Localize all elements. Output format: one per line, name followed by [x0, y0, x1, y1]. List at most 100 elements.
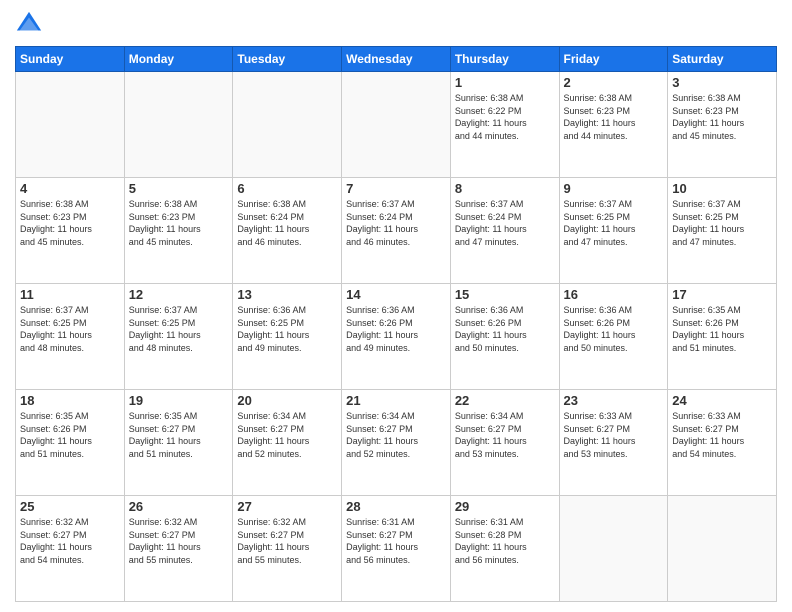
day-number: 29	[455, 499, 555, 514]
day-number: 9	[564, 181, 664, 196]
day-number: 23	[564, 393, 664, 408]
weekday-header-monday: Monday	[124, 47, 233, 72]
day-info: Sunrise: 6:38 AM Sunset: 6:23 PM Dayligh…	[672, 92, 772, 142]
header	[15, 10, 777, 38]
day-number: 12	[129, 287, 229, 302]
day-info: Sunrise: 6:31 AM Sunset: 6:28 PM Dayligh…	[455, 516, 555, 566]
day-number: 8	[455, 181, 555, 196]
calendar-cell: 17 Sunrise: 6:35 AM Sunset: 6:26 PM Dayli…	[668, 284, 777, 390]
day-info: Sunrise: 6:37 AM Sunset: 6:25 PM Dayligh…	[129, 304, 229, 354]
calendar-cell: 6Sunrise: 6:38 AM Sunset: 6:24 PM Daylig…	[233, 178, 342, 284]
day-info: Sunrise: 6:35 AM Sunset: 6:26 PM Dayligh…	[20, 410, 120, 460]
day-number: 26	[129, 499, 229, 514]
calendar-cell	[668, 496, 777, 602]
page: SundayMondayTuesdayWednesdayThursdayFrid…	[0, 0, 792, 612]
day-number: 25	[20, 499, 120, 514]
calendar-cell	[342, 72, 451, 178]
day-number: 13	[237, 287, 337, 302]
day-number: 27	[237, 499, 337, 514]
calendar-cell: 22 Sunrise: 6:34 AM Sunset: 6:27 PM Dayli…	[450, 390, 559, 496]
day-info: Sunrise: 6:38 AM Sunset: 6:23 PM Dayligh…	[129, 198, 229, 248]
day-number: 22	[455, 393, 555, 408]
calendar-cell	[233, 72, 342, 178]
day-number: 14	[346, 287, 446, 302]
day-number: 10	[672, 181, 772, 196]
day-number: 28	[346, 499, 446, 514]
day-info: Sunrise: 6:36 AM Sunset: 6:26 PM Dayligh…	[346, 304, 446, 354]
day-info: Sunrise: 6:37 AM Sunset: 6:25 PM Dayligh…	[672, 198, 772, 248]
calendar-cell: 20 Sunrise: 6:34 AM Sunset: 6:27 PM Dayli…	[233, 390, 342, 496]
calendar-cell: 19 Sunrise: 6:35 AM Sunset: 6:27 PM Dayli…	[124, 390, 233, 496]
calendar-cell	[16, 72, 125, 178]
day-info: Sunrise: 6:35 AM Sunset: 6:27 PM Dayligh…	[129, 410, 229, 460]
day-info: Sunrise: 6:37 AM Sunset: 6:24 PM Dayligh…	[455, 198, 555, 248]
calendar-cell: 2 Sunrise: 6:38 AM Sunset: 6:23 PM Daylig…	[559, 72, 668, 178]
weekday-header-row: SundayMondayTuesdayWednesdayThursdayFrid…	[16, 47, 777, 72]
day-info: Sunrise: 6:32 AM Sunset: 6:27 PM Dayligh…	[20, 516, 120, 566]
day-info: Sunrise: 6:36 AM Sunset: 6:25 PM Dayligh…	[237, 304, 337, 354]
day-number: 2	[564, 75, 664, 90]
calendar-cell: 27 Sunrise: 6:32 AM Sunset: 6:27 PM Dayli…	[233, 496, 342, 602]
day-number: 18	[20, 393, 120, 408]
week-row-4: 25 Sunrise: 6:32 AM Sunset: 6:27 PM Dayli…	[16, 496, 777, 602]
day-number: 7	[346, 181, 446, 196]
weekday-header-thursday: Thursday	[450, 47, 559, 72]
calendar-cell	[559, 496, 668, 602]
day-info: Sunrise: 6:35 AM Sunset: 6:26 PM Dayligh…	[672, 304, 772, 354]
day-info: Sunrise: 6:34 AM Sunset: 6:27 PM Dayligh…	[346, 410, 446, 460]
day-info: Sunrise: 6:37 AM Sunset: 6:25 PM Dayligh…	[564, 198, 664, 248]
weekday-header-saturday: Saturday	[668, 47, 777, 72]
day-number: 15	[455, 287, 555, 302]
calendar-cell: 25 Sunrise: 6:32 AM Sunset: 6:27 PM Dayli…	[16, 496, 125, 602]
calendar-cell: 29 Sunrise: 6:31 AM Sunset: 6:28 PM Dayli…	[450, 496, 559, 602]
week-row-3: 18 Sunrise: 6:35 AM Sunset: 6:26 PM Dayli…	[16, 390, 777, 496]
weekday-header-wednesday: Wednesday	[342, 47, 451, 72]
calendar-cell: 5 Sunrise: 6:38 AM Sunset: 6:23 PM Daylig…	[124, 178, 233, 284]
day-number: 20	[237, 393, 337, 408]
calendar-cell: 18 Sunrise: 6:35 AM Sunset: 6:26 PM Dayli…	[16, 390, 125, 496]
weekday-header-friday: Friday	[559, 47, 668, 72]
day-number: 24	[672, 393, 772, 408]
calendar-cell: 14 Sunrise: 6:36 AM Sunset: 6:26 PM Dayli…	[342, 284, 451, 390]
calendar-cell: 1Sunrise: 6:38 AM Sunset: 6:22 PM Daylig…	[450, 72, 559, 178]
day-number: 17	[672, 287, 772, 302]
calendar-cell: 12 Sunrise: 6:37 AM Sunset: 6:25 PM Dayli…	[124, 284, 233, 390]
calendar-cell	[124, 72, 233, 178]
week-row-2: 11 Sunrise: 6:37 AM Sunset: 6:25 PM Dayli…	[16, 284, 777, 390]
day-info: Sunrise: 6:31 AM Sunset: 6:27 PM Dayligh…	[346, 516, 446, 566]
weekday-header-sunday: Sunday	[16, 47, 125, 72]
day-number: 3	[672, 75, 772, 90]
day-info: Sunrise: 6:38 AM Sunset: 6:23 PM Dayligh…	[564, 92, 664, 142]
day-number: 1	[455, 75, 555, 90]
calendar-cell: 7 Sunrise: 6:37 AM Sunset: 6:24 PM Daylig…	[342, 178, 451, 284]
calendar-cell: 9 Sunrise: 6:37 AM Sunset: 6:25 PM Daylig…	[559, 178, 668, 284]
calendar-table: SundayMondayTuesdayWednesdayThursdayFrid…	[15, 46, 777, 602]
calendar-cell: 8 Sunrise: 6:37 AM Sunset: 6:24 PM Daylig…	[450, 178, 559, 284]
weekday-header-tuesday: Tuesday	[233, 47, 342, 72]
day-number: 16	[564, 287, 664, 302]
calendar-cell: 23 Sunrise: 6:33 AM Sunset: 6:27 PM Dayli…	[559, 390, 668, 496]
calendar-cell: 26 Sunrise: 6:32 AM Sunset: 6:27 PM Dayli…	[124, 496, 233, 602]
day-info: Sunrise: 6:38 AM Sunset: 6:23 PM Dayligh…	[20, 198, 120, 248]
day-info: Sunrise: 6:33 AM Sunset: 6:27 PM Dayligh…	[564, 410, 664, 460]
calendar-cell: 21 Sunrise: 6:34 AM Sunset: 6:27 PM Dayli…	[342, 390, 451, 496]
day-number: 11	[20, 287, 120, 302]
day-info: Sunrise: 6:38 AM Sunset: 6:24 PM Dayligh…	[237, 198, 337, 248]
day-info: Sunrise: 6:32 AM Sunset: 6:27 PM Dayligh…	[237, 516, 337, 566]
day-info: Sunrise: 6:32 AM Sunset: 6:27 PM Dayligh…	[129, 516, 229, 566]
week-row-1: 4Sunrise: 6:38 AM Sunset: 6:23 PM Daylig…	[16, 178, 777, 284]
calendar-cell: 11Sunrise: 6:37 AM Sunset: 6:25 PM Dayli…	[16, 284, 125, 390]
day-number: 19	[129, 393, 229, 408]
logo	[15, 10, 47, 38]
day-info: Sunrise: 6:34 AM Sunset: 6:27 PM Dayligh…	[455, 410, 555, 460]
calendar-cell: 28 Sunrise: 6:31 AM Sunset: 6:27 PM Dayli…	[342, 496, 451, 602]
day-number: 5	[129, 181, 229, 196]
calendar-cell: 4Sunrise: 6:38 AM Sunset: 6:23 PM Daylig…	[16, 178, 125, 284]
calendar-cell: 24Sunrise: 6:33 AM Sunset: 6:27 PM Dayli…	[668, 390, 777, 496]
day-info: Sunrise: 6:34 AM Sunset: 6:27 PM Dayligh…	[237, 410, 337, 460]
day-info: Sunrise: 6:37 AM Sunset: 6:24 PM Dayligh…	[346, 198, 446, 248]
day-number: 21	[346, 393, 446, 408]
calendar-cell: 16Sunrise: 6:36 AM Sunset: 6:26 PM Dayli…	[559, 284, 668, 390]
logo-icon	[15, 10, 43, 38]
week-row-0: 1Sunrise: 6:38 AM Sunset: 6:22 PM Daylig…	[16, 72, 777, 178]
